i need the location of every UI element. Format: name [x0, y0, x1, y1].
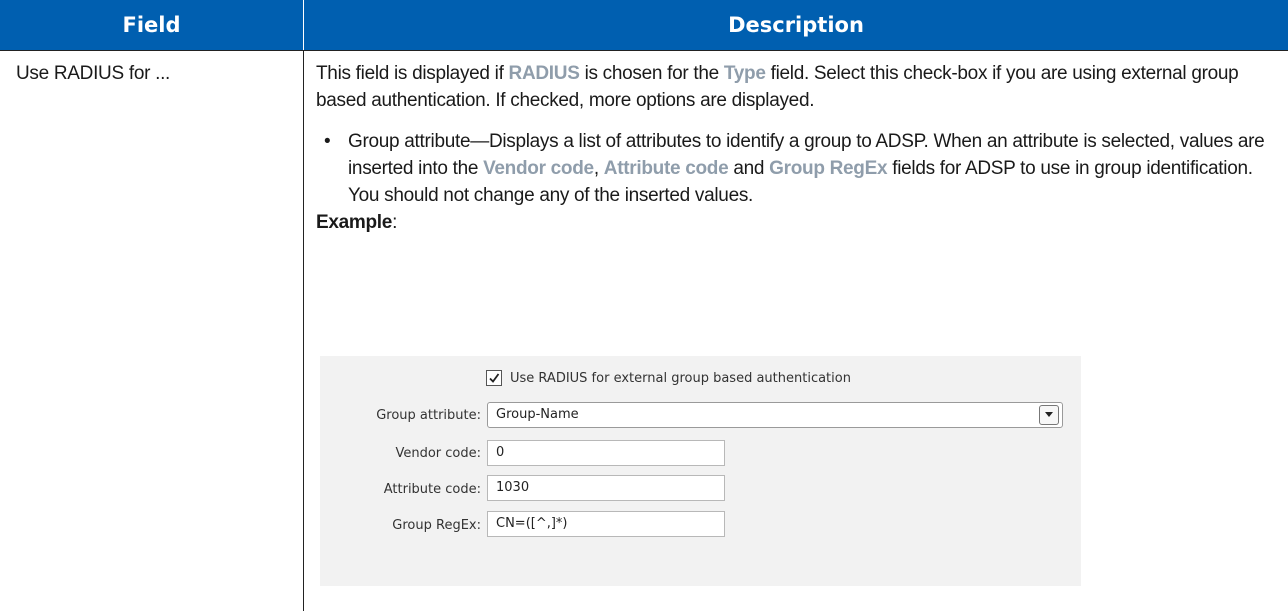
dropdown-arrow-icon[interactable] [1039, 405, 1059, 425]
keyword-vendor-code: Vendor code [483, 158, 594, 179]
checkmark-icon [489, 373, 500, 383]
example-label: Example: [316, 212, 398, 233]
use-radius-checkbox-label: Use RADIUS for external group based auth… [510, 370, 851, 386]
header-field: Field [0, 0, 303, 50]
attribute-code-field[interactable]: 1030 [487, 475, 725, 501]
description-cell: This field is displayed if RADIUS is cho… [316, 60, 1278, 236]
use-radius-checkbox[interactable] [486, 370, 502, 386]
keyword-attribute-code: Attribute code [603, 158, 729, 179]
example-screenshot: Use RADIUS for external group based auth… [320, 356, 1081, 586]
use-radius-checkbox-row[interactable]: Use RADIUS for external group based auth… [486, 370, 851, 386]
group-attribute-label: Group attribute: [376, 408, 481, 423]
attribute-code-label: Attribute code: [383, 482, 481, 497]
description-paragraph: This field is displayed if RADIUS is cho… [316, 63, 1239, 111]
row-divider [0, 50, 1288, 51]
group-regex-field[interactable]: CN=([^,]*) [487, 511, 725, 537]
field-description-table: Field Description Use RADIUS for ... Thi… [0, 0, 1288, 611]
group-regex-label: Group RegEx: [392, 518, 481, 533]
vendor-code-field[interactable]: 0 [487, 440, 725, 466]
header-description: Description [304, 0, 1288, 50]
group-attribute-value: Group-Name [496, 407, 579, 422]
keyword-group-regex: Group RegEx [769, 158, 888, 179]
bullet-icon: • [324, 131, 331, 152]
vendor-code-label: Vendor code: [395, 446, 481, 461]
bullet-group-attribute: • Group attribute—Displays a list of attr… [316, 128, 1278, 209]
field-name-cell: Use RADIUS for ... [16, 63, 171, 84]
column-divider [303, 50, 304, 611]
keyword-type: Type [723, 63, 766, 84]
group-attribute-select[interactable]: Group-Name [487, 402, 1063, 428]
keyword-radius: RADIUS [508, 63, 580, 84]
